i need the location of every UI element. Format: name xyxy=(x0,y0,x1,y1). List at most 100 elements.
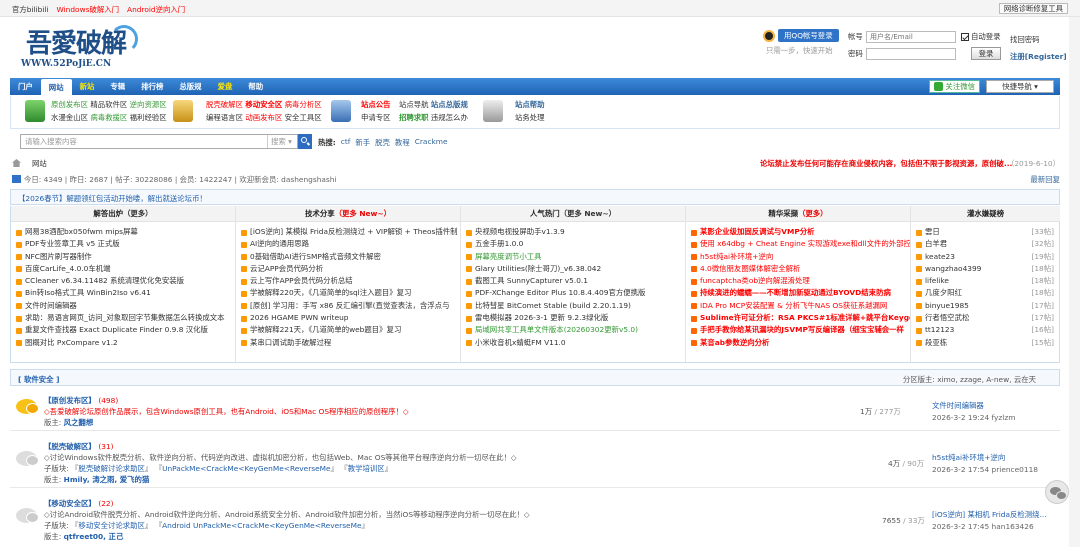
list-featured-more[interactable]: （更多） xyxy=(798,209,828,218)
list-item[interactable]: 使用 x64dbg + Cheat Engine 实现游戏exe和dll文件的外… xyxy=(686,238,910,250)
subforum-link[interactable]: 移动安全讨论求助区 xyxy=(78,521,145,530)
poster-name[interactable]: tt12123 xyxy=(925,325,954,334)
poster-name[interactable]: 段亚栋 xyxy=(925,338,947,347)
list-item[interactable]: [原创] 学习用：手写 x86 反汇编引擎(直觉查表法，含浮点与 xyxy=(236,300,460,312)
nav-ranking[interactable]: 排行榜 xyxy=(133,78,171,95)
list-item[interactable]: wangzhao4399 [18帖] xyxy=(911,263,1060,275)
poster-name[interactable]: 雲日 xyxy=(925,227,940,236)
list-item[interactable]: 雲日 [33帖] xyxy=(911,226,1060,238)
list-item[interactable]: NFC图片刷写器制作 xyxy=(11,251,235,263)
list-item[interactable]: binyue1985 [17帖] xyxy=(911,300,1060,312)
subnav-programming[interactable]: 编程语言区 xyxy=(206,113,243,122)
list-item[interactable]: 百度CarLife_4.0.0车机端 xyxy=(11,263,235,275)
poster-name[interactable]: keate23 xyxy=(925,252,955,261)
last-post-title[interactable]: 文件时间编辑器 xyxy=(932,400,1015,411)
list-item[interactable]: 2026 HGAME PWN writeup xyxy=(236,312,460,324)
announcement-link[interactable]: 【2026春节】解题领红包活动开始喽，解出就送论坛币！ xyxy=(18,193,207,204)
subnav-quality-software[interactable]: 精品软件区 xyxy=(90,100,127,109)
list-item[interactable]: funcaptcha类ob逆向解混淆处理 xyxy=(686,275,910,287)
subnav-site-help[interactable]: 站点帮助 xyxy=(515,100,545,109)
subnav-welfare[interactable]: 福利经验区 xyxy=(130,113,167,122)
list-item[interactable]: 白羊君 [32帖] xyxy=(911,238,1060,250)
hot-ctf[interactable]: ctf xyxy=(341,137,351,148)
poster-name[interactable]: 几度夕阳红 xyxy=(925,288,962,297)
hot-tutorial[interactable]: 教程 xyxy=(395,137,410,148)
hot-unpack[interactable]: 脱壳 xyxy=(375,137,390,148)
subnav-jobs[interactable]: 招聘求职 xyxy=(399,113,429,122)
search-input[interactable]: 请输入搜索内容 xyxy=(21,135,267,148)
list-item[interactable]: 雷电模拟器 2026-3-1 更新 9.2.3绿化版 xyxy=(461,312,685,324)
list-item[interactable]: PDF专业签章工具 v5 正式版 xyxy=(11,238,235,250)
last-post-title[interactable]: [iOS逆向] 某相机 Frida反检测绕... xyxy=(932,509,1047,520)
wechat-float-icon[interactable] xyxy=(1045,480,1069,504)
login-button[interactable]: 登录 xyxy=(971,47,1001,60)
list-item[interactable]: 央视频电视投屏助手v1.3.9 xyxy=(461,226,685,238)
list-item[interactable]: 某音ab参数逆向分析 xyxy=(686,337,910,349)
list-item[interactable]: 学被解释221天，《几道简单的web题目》复习 xyxy=(236,324,460,336)
list-answers-more[interactable]: （更多） xyxy=(123,209,153,218)
nav-website[interactable]: 网站 xyxy=(40,78,72,96)
forum-mods[interactable]: 风之翻想 xyxy=(64,418,94,427)
auto-login-checkbox[interactable] xyxy=(961,32,969,41)
list-item[interactable]: 行者悟空武松 [17帖] xyxy=(911,312,1060,324)
subnav-site-rules[interactable]: 站点总版规 xyxy=(431,100,468,109)
search-type-select[interactable]: 搜索 ▾ xyxy=(267,135,297,148)
forum-name[interactable]: 【原创发布区】 (498) xyxy=(44,395,118,406)
subnav-security-tools[interactable]: 安全工具区 xyxy=(285,113,322,122)
list-item[interactable]: 学被解释220天，《几道简单的sql注入题目》复习 xyxy=(236,287,460,299)
android-reverse-link[interactable]: Android逆向入门 xyxy=(127,4,185,15)
section-title[interactable]: [ 软件安全 ] xyxy=(18,374,59,385)
subnav-mobile-security[interactable]: 移动安全区 xyxy=(245,100,282,109)
last-post-title[interactable]: h5st纯ai补环境+逆向 xyxy=(932,452,1038,463)
hot-newbie[interactable]: 新手 xyxy=(355,137,370,148)
list-item[interactable]: 某串口调试助手破解过程 xyxy=(236,337,460,349)
list-item[interactable]: 4.0微信朋友圈媒体解密全解析 xyxy=(686,263,910,275)
list-item[interactable]: 网易38酒配bx050fwm mips屏幕 xyxy=(11,226,235,238)
list-item[interactable]: Sublime许可证分析：RSA PKCS#1标准详解+跳平台Keygen xyxy=(686,312,910,324)
list-item[interactable]: 比特彗星 BitComet Stable (build 2.20.1.19) xyxy=(461,300,685,312)
list-item[interactable]: 屏幕亮度调节小工具 xyxy=(461,251,685,263)
list-item[interactable]: CCleaner v6.34.11482 系统清理优化免安装版 xyxy=(11,275,235,287)
subnav-water-area[interactable]: 水漫金山区 xyxy=(51,113,88,122)
forum-mods[interactable]: qtfreet00, 正己 xyxy=(64,532,124,541)
list-item[interactable]: 文件时间编辑器 xyxy=(11,300,235,312)
register-link[interactable]: 注册[Register] xyxy=(1010,48,1070,65)
subforum-link[interactable]: 教学培训区 xyxy=(348,464,385,473)
poster-name[interactable]: 白羊君 xyxy=(925,239,947,248)
list-item[interactable]: 某影企业级加固反调试与VMP分析 xyxy=(686,226,910,238)
follow-wechat-button[interactable]: 关注微信 xyxy=(929,80,980,93)
list-item[interactable]: Glary Utilities(除士哥刀)_v6.38.042 xyxy=(461,263,685,275)
list-item[interactable]: 求助：易语言网页_访问_对象取回字节集数据怎么转换成文本 xyxy=(11,312,235,324)
quick-nav-button[interactable]: 快捷导航 ▾ xyxy=(986,80,1054,93)
subforum-link[interactable]: UnPackMe<CrackMe<KeyGenMe<ReverseMe xyxy=(162,464,331,473)
hot-crackme[interactable]: Crackme xyxy=(415,137,448,148)
username-input[interactable] xyxy=(866,30,956,43)
nav-rules[interactable]: 总版规 xyxy=(171,78,209,95)
site-logo[interactable]: 吾愛破解 WWW.52PoJiE.CN xyxy=(20,23,140,75)
list-item[interactable]: [iOS逆向] 某模拟 Frida反检测绕过 + VIP解锁 + Theos插件… xyxy=(236,226,460,238)
list-item[interactable]: lifelike [18帖] xyxy=(911,275,1060,287)
home-icon[interactable] xyxy=(12,159,21,167)
list-item[interactable]: 局域网共享工具单文件版本(20260302更新v5.0) xyxy=(461,324,685,336)
subnav-reverse-resources[interactable]: 逆向资源区 xyxy=(130,100,167,109)
list-item[interactable]: 几度夕阳红 [18帖] xyxy=(911,287,1060,299)
list-item[interactable]: 五金手册1.0.0 xyxy=(461,238,685,250)
list-item[interactable]: tt12123 [16帖] xyxy=(911,324,1060,336)
list-tech-more[interactable]: （更多 New~） xyxy=(335,209,391,218)
list-item[interactable]: 0基础借助AI进行SMP格式音频文件解密 xyxy=(236,251,460,263)
nav-new[interactable]: 新站 xyxy=(72,78,103,95)
subnav-virus-rescue[interactable]: 病毒救援区 xyxy=(90,113,127,122)
subnav-animation[interactable]: 动画发布区 xyxy=(245,113,282,122)
poster-name[interactable]: 行者悟空武松 xyxy=(925,313,969,322)
list-item[interactable]: IDA Pro MCP安装配置 & 分析飞牛NAS OS获征系越漏网 xyxy=(686,300,910,312)
latest-reply-link[interactable]: 最新回复 xyxy=(1030,174,1060,185)
list-item[interactable]: 截图工具 SunnyCapturer v5.0.1 xyxy=(461,275,685,287)
list-item[interactable]: Bin转Iso格式工具 WinBin2Iso v6.41 xyxy=(11,287,235,299)
site-bilibili-link[interactable]: 官方bilibili xyxy=(12,4,48,15)
subforum-link[interactable]: 脱壳破解讨论求助区 xyxy=(78,464,145,473)
subnav-affairs[interactable]: 站务处理 xyxy=(515,113,545,122)
nav-aipan[interactable]: 爱盘 xyxy=(210,78,241,95)
subnav-unpack-crack[interactable]: 脱壳破解区 xyxy=(206,100,243,109)
subnav-site-announce[interactable]: 站点公告 xyxy=(361,100,391,109)
subnav-violations[interactable]: 违规怎么办 xyxy=(431,113,468,122)
